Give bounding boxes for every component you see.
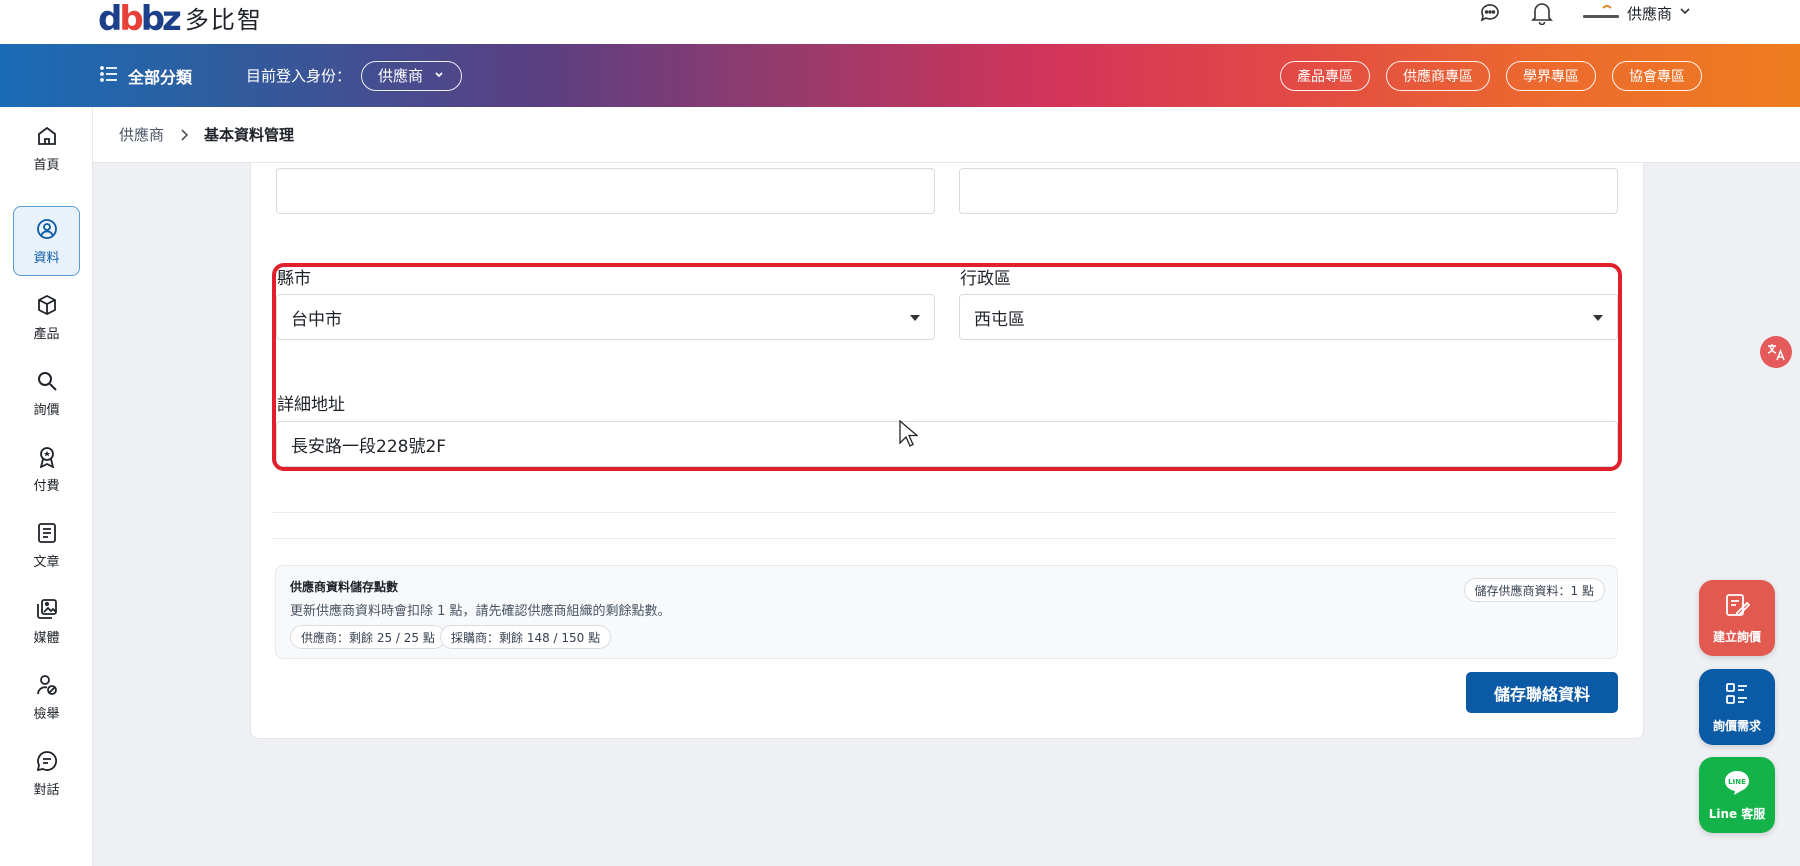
sidebar-item-media[interactable]: 媒體 — [13, 586, 80, 656]
create-inquiry-button[interactable]: 建立詢價 — [1699, 580, 1775, 656]
chevron-down-icon — [1678, 4, 1692, 22]
zone-suppliers-button[interactable]: 供應商專區 — [1386, 60, 1490, 91]
list-icon — [100, 65, 118, 86]
breadcrumb: 供應商 基本資料管理 — [93, 107, 1800, 163]
top-bar: dbbz 多比智 供應商 — [0, 0, 1800, 44]
user-menu[interactable]: 供應商 — [1581, 3, 1692, 24]
sidebar-item-label: 檢舉 — [33, 706, 60, 722]
bell-icon[interactable] — [1529, 0, 1555, 26]
points-description: 更新供應商資料時會扣除 1 點，請先確認供應商組織的剩餘點數。 — [290, 604, 671, 619]
breadcrumb-current: 基本資料管理 — [204, 126, 295, 144]
username: 供應商 — [1626, 4, 1672, 23]
line-logo-icon: LINE — [1722, 768, 1752, 799]
identity-select[interactable]: 供應商 — [361, 60, 463, 91]
sidebar-item-home[interactable]: 首頁 — [13, 113, 80, 183]
award-icon — [35, 445, 59, 469]
caret-down-icon — [910, 315, 920, 321]
sidebar-panel: 首頁 資料 產品 詢價 付費 文章 媒體 檢舉 對話 — [0, 107, 93, 866]
city-label: 縣市 — [277, 269, 311, 289]
district-label: 行政區 — [960, 269, 1011, 289]
breadcrumb-parent-link[interactable]: 供應商 — [119, 124, 164, 145]
sidebar-item-report[interactable]: 檢舉 — [13, 662, 80, 732]
main-nav: 全部分類 目前登入身份： 供應商 產品專區 供應商專區 學界專區 協會專區 — [0, 44, 1800, 107]
sidebar-item-label: 對話 — [33, 782, 60, 798]
all-categories-label: 全部分類 — [128, 67, 193, 87]
district-value: 西屯區 — [974, 309, 1025, 330]
box-icon — [35, 293, 59, 317]
sidebar-item-label: 產品 — [33, 326, 60, 342]
organization-logo-icon — [1581, 4, 1621, 22]
zone-associations-button[interactable]: 協會專區 — [1612, 60, 1702, 91]
buyer-points-badge: 採購商：剩餘 148 / 150 點 — [440, 625, 612, 649]
upper-right-input[interactable] — [959, 168, 1618, 214]
top-right-tools: 供應商 — [1477, 0, 1692, 26]
save-cost-badge: 儲存供應商資料：1 點 — [1463, 578, 1605, 602]
inquiry-needs-label: 詢價需求 — [1712, 719, 1761, 733]
zone-links: 產品專區 供應商專區 學界專區 協會專區 — [1280, 44, 1702, 107]
sidebar-item-articles[interactable]: 文章 — [13, 510, 80, 580]
sidebar-item-label: 詢價 — [33, 402, 60, 418]
sidebar-item-chat[interactable]: 對話 — [13, 738, 80, 808]
grid-list-icon — [1723, 680, 1751, 711]
city-value: 台中市 — [291, 309, 342, 330]
user-ban-icon — [35, 673, 59, 697]
line-service-label: Line 客服 — [1708, 807, 1766, 821]
city-select[interactable]: 台中市 — [276, 294, 935, 340]
create-inquiry-label: 建立詢價 — [1712, 630, 1761, 644]
chat-icon — [35, 749, 59, 773]
supplier-points-badge: 供應商：剩餘 25 / 25 點 — [290, 625, 446, 649]
divider — [272, 512, 1617, 513]
edit-document-icon — [1723, 591, 1751, 622]
chevron-right-icon — [178, 128, 190, 142]
sidebar-item-label: 媒體 — [33, 630, 60, 646]
address-value: 長安路一段228號2F — [291, 436, 447, 457]
sidebar-item-profile[interactable]: 資料 — [13, 206, 80, 276]
message-icon[interactable] — [1477, 0, 1503, 26]
points-info-panel: 供應商資料儲存點數 更新供應商資料時會扣除 1 點，請先確認供應商組織的剩餘點數… — [275, 565, 1618, 659]
identity-label: 目前登入身份： — [246, 67, 352, 85]
all-categories-button[interactable]: 全部分類 — [100, 44, 192, 107]
address-label: 詳細地址 — [277, 395, 345, 415]
sidebar-item-label: 首頁 — [33, 157, 60, 173]
sidebar-item-label: 資料 — [33, 250, 60, 266]
caret-down-icon — [1593, 315, 1603, 321]
home-icon — [35, 124, 59, 148]
sidebar-item-products[interactable]: 產品 — [13, 282, 80, 352]
divider — [272, 538, 1617, 539]
upper-left-input[interactable] — [276, 168, 935, 214]
document-icon — [35, 521, 59, 545]
svg-text:LINE: LINE — [1728, 778, 1746, 786]
chevron-down-icon — [433, 67, 445, 85]
sidebar-item-inquiry[interactable]: 詢價 — [13, 358, 80, 428]
sidebar-item-label: 文章 — [33, 554, 60, 570]
zone-products-button[interactable]: 產品專區 — [1280, 60, 1370, 91]
brand-name: 多比智 — [184, 6, 263, 34]
search-icon — [35, 369, 59, 393]
identity-switcher: 目前登入身份： 供應商 — [246, 44, 463, 107]
gallery-icon — [35, 597, 59, 621]
brand-mark: dbbz — [98, 0, 182, 39]
points-title: 供應商資料儲存點數 — [290, 580, 399, 594]
zone-academia-button[interactable]: 學界專區 — [1506, 60, 1596, 91]
sidebar-item-payment[interactable]: 付費 — [13, 434, 80, 504]
line-service-button[interactable]: LINE Line 客服 — [1699, 757, 1775, 833]
user-circle-icon — [35, 217, 59, 241]
save-contact-button[interactable]: 儲存聯絡資料 — [1466, 672, 1618, 713]
sidebar-item-label: 付費 — [33, 478, 60, 494]
translate-icon[interactable] — [1760, 336, 1792, 368]
inquiry-needs-button[interactable]: 詢價需求 — [1699, 669, 1775, 745]
district-select[interactable]: 西屯區 — [959, 294, 1618, 340]
identity-value: 供應商 — [378, 67, 424, 85]
address-input[interactable]: 長安路一段228號2F — [276, 421, 1618, 467]
brand-logo[interactable]: dbbz 多比智 — [98, 0, 263, 39]
